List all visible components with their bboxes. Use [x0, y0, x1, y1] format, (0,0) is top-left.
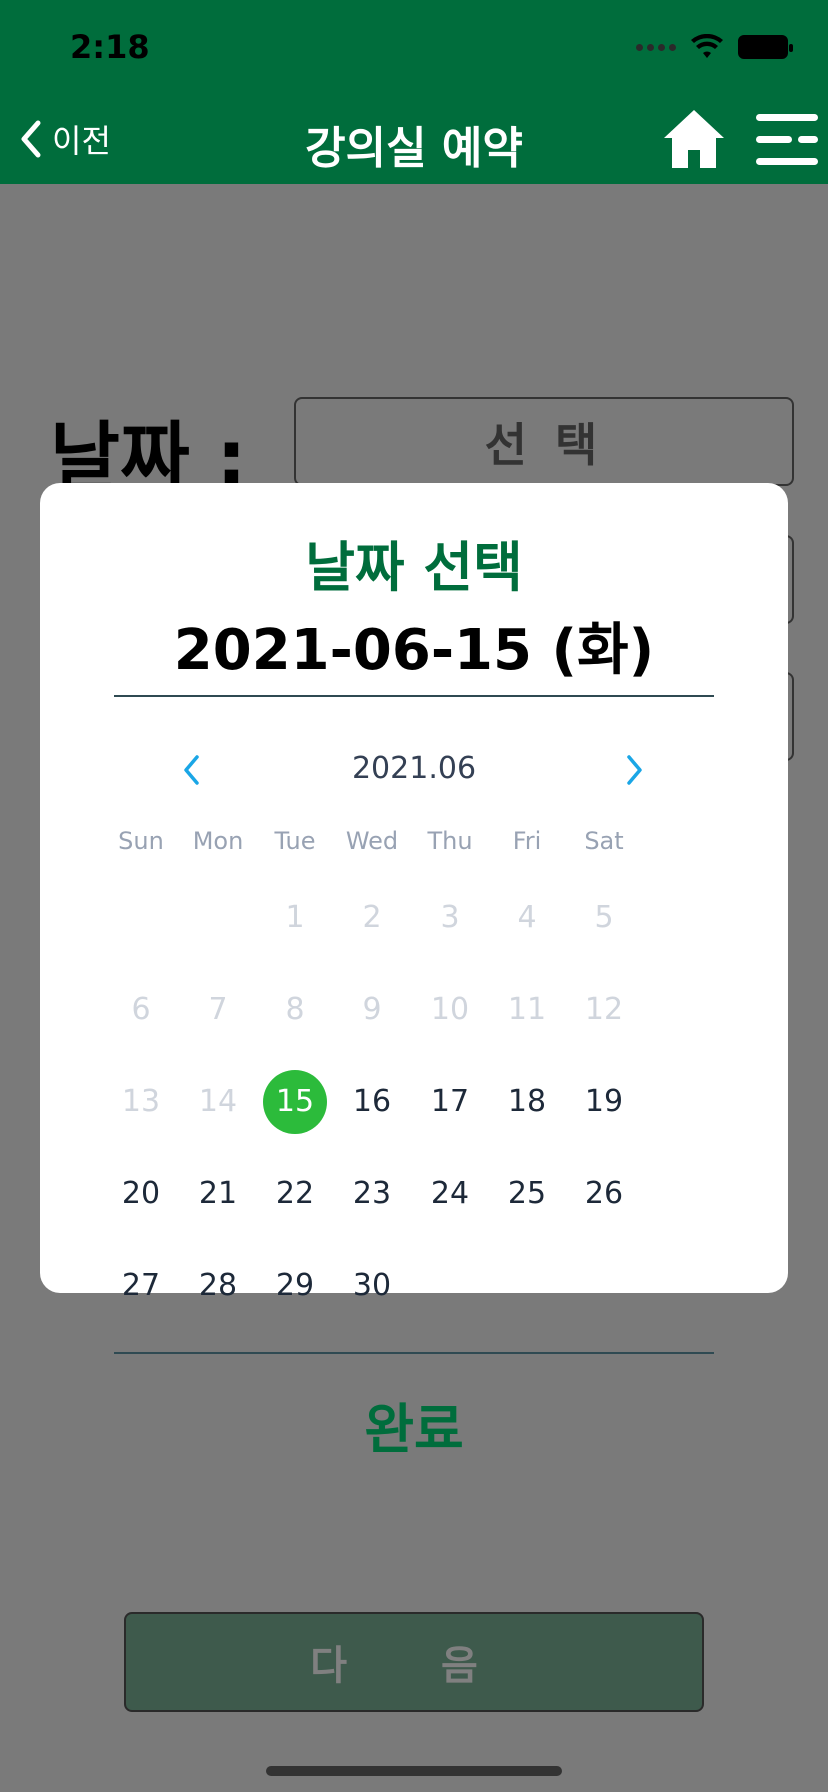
calendar-day[interactable]: 18	[495, 1070, 559, 1134]
home-indicator	[266, 1766, 562, 1776]
status-icons	[636, 34, 793, 60]
calendar-day: 8	[285, 992, 305, 1027]
calendar-day: 11	[507, 992, 547, 1027]
calendar-day[interactable]: 16	[340, 1070, 404, 1134]
next-month-button[interactable]	[612, 745, 656, 795]
calendar-day: 13	[121, 1084, 161, 1119]
screen: 2:18 이전 강의실 예약 날짜: 선 택 다 음 날짜 선택 2021-0…	[0, 0, 828, 1792]
weekday-sun: Sun	[118, 827, 164, 855]
home-icon[interactable]	[660, 106, 728, 172]
weekday-wed: Wed	[345, 827, 399, 855]
status-time: 2:18	[70, 28, 150, 66]
calendar-day[interactable]: 27	[109, 1254, 173, 1318]
calendar-day[interactable]: 30	[340, 1254, 404, 1318]
calendar-day: 7	[208, 992, 228, 1027]
calendar-day[interactable]: 28	[186, 1254, 250, 1318]
menu-icon[interactable]	[754, 110, 820, 170]
modal-title: 날짜 선택	[305, 536, 523, 599]
battery-icon	[738, 35, 793, 59]
weekday-tue: Tue	[274, 827, 316, 855]
calendar-day: 6	[131, 992, 151, 1027]
signal-icon	[636, 43, 676, 51]
calendar-day: 4	[517, 900, 537, 935]
wifi-icon	[691, 34, 723, 58]
calendar-day[interactable]: 25	[495, 1162, 559, 1226]
calendar-day: 12	[584, 992, 624, 1027]
calendar-header: 2021.06	[40, 745, 788, 795]
weekday-thu: Thu	[427, 827, 473, 855]
calendar-day[interactable]: 23	[340, 1162, 404, 1226]
calendar-day[interactable]: 19	[572, 1070, 636, 1134]
next-button[interactable]: 다 음	[124, 1612, 704, 1712]
calendar-day: 1	[285, 900, 305, 935]
date-picker-modal: 날짜 선택 2021-06-15 (화) 2021.06 Sun Mon Tue We…	[40, 483, 788, 1461]
calendar-day[interactable]: 29	[263, 1254, 327, 1318]
calendar-day[interactable]: 26	[572, 1162, 636, 1226]
app-header: 2:18 이전 강의실 예약	[0, 0, 828, 184]
selected-date-display: 2021-06-15 (화)	[173, 618, 655, 683]
calendar-day[interactable]: 21	[186, 1162, 250, 1226]
calendar-day[interactable]: 15	[263, 1070, 327, 1134]
done-button[interactable]: 완료	[40, 1385, 788, 1464]
calendar-day[interactable]: 17	[418, 1070, 482, 1134]
divider-top	[114, 695, 714, 697]
calendar-day: 14	[198, 1084, 238, 1119]
calendar-day[interactable]: 24	[418, 1162, 482, 1226]
calendar-day: 10	[430, 992, 470, 1027]
calendar-day: 2	[362, 900, 382, 935]
calendar-day: 9	[362, 992, 382, 1027]
weekday-mon: Mon	[192, 827, 244, 855]
calendar-day: 3	[440, 900, 460, 935]
calendar-day[interactable]: 22	[263, 1162, 327, 1226]
weekday-fri: Fri	[512, 827, 542, 855]
calendar-day: 5	[594, 900, 614, 935]
divider-bottom	[114, 1352, 714, 1354]
calendar-day[interactable]: 20	[109, 1162, 173, 1226]
chevron-right-icon	[627, 755, 642, 785]
date-select-button[interactable]: 선 택	[294, 397, 794, 486]
weekday-sat: Sat	[584, 827, 624, 855]
calendar-month: 2021.06	[351, 751, 477, 786]
